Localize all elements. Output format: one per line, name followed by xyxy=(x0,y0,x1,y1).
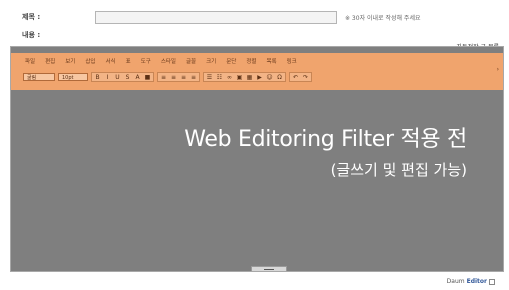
table-icon[interactable]: ▦ xyxy=(245,73,254,81)
video-icon[interactable]: ▶ xyxy=(255,73,264,81)
align-left-icon[interactable]: ≡ xyxy=(159,73,168,81)
editor-footer: Daum Editor xyxy=(447,278,495,285)
title-hint: ※ 30자 이내로 작성해 주세요 xyxy=(345,15,421,22)
title-input[interactable] xyxy=(95,11,337,24)
align-justify-icon[interactable]: ≡ xyxy=(189,73,198,81)
content-label: 내용 : xyxy=(22,31,41,39)
overlay-subtitle: (글쓰기 및 편집 가능) xyxy=(330,161,467,179)
font-color-icon[interactable]: A xyxy=(133,73,142,81)
bold-icon[interactable]: B xyxy=(93,73,102,81)
italic-icon[interactable]: I xyxy=(103,73,112,81)
editor-tool-row: 굴림 10pt B I U S A ■ ≡ ≡ ≡ ≡ ☰ ☷ ∞ ▣ ▦ ▶ ☺ Ω ↶ ↷ xyxy=(23,72,312,82)
footer-prefix: Daum xyxy=(446,278,465,285)
menu-item[interactable]: 링크 xyxy=(287,57,297,65)
menu-item[interactable]: 스타일 xyxy=(161,57,176,65)
menu-item[interactable]: 파일 xyxy=(25,57,35,65)
font-family-select[interactable]: 굴림 xyxy=(23,73,55,81)
menu-item[interactable]: 보기 xyxy=(65,57,75,65)
editor-area[interactable]: 파일 편집 보기 삽입 서식 표 도구 스타일 글꼴 크기 문단 정렬 목록 링크 굴림 10pt BIU… xyxy=(10,46,504,272)
menu-item[interactable]: 크기 xyxy=(206,57,216,65)
grip-icon xyxy=(264,269,274,270)
menu-item[interactable]: 서식 xyxy=(106,57,116,65)
footer-brand: Editor xyxy=(466,278,487,285)
align-right-icon[interactable]: ≡ xyxy=(179,73,188,81)
undo-icon[interactable]: ↶ xyxy=(291,73,300,81)
image-icon[interactable]: ▣ xyxy=(235,73,244,81)
bg-color-icon[interactable]: ■ xyxy=(143,73,152,81)
menu-item[interactable]: 삽입 xyxy=(85,57,95,65)
emoticon-icon[interactable]: ☺ xyxy=(265,73,274,81)
link-icon[interactable]: ∞ xyxy=(225,73,234,81)
redo-icon[interactable]: ↷ xyxy=(301,73,310,81)
menu-item[interactable]: 편집 xyxy=(45,57,55,65)
font-size-select[interactable]: 10pt xyxy=(58,73,88,81)
insert-button-group: ☰ ☷ ∞ ▣ ▦ ▶ ☺ Ω xyxy=(203,72,286,82)
editor-resize-handle[interactable] xyxy=(251,266,287,271)
strike-icon[interactable]: S xyxy=(123,73,132,81)
toolbar-more-icon[interactable]: › xyxy=(497,66,499,73)
menu-item[interactable]: 문단 xyxy=(226,57,236,65)
menu-item[interactable]: 정렬 xyxy=(246,57,256,65)
numbered-list-icon[interactable]: ☷ xyxy=(215,73,224,81)
list-icon[interactable]: ☰ xyxy=(205,73,214,81)
align-button-group: ≡ ≡ ≡ ≡ xyxy=(157,72,200,82)
overlay-title: Web Editoring Filter 적용 전 xyxy=(184,127,467,152)
special-char-icon[interactable]: Ω xyxy=(275,73,284,81)
footer-toggle-icon[interactable] xyxy=(489,278,495,285)
editor-menu-bar: 파일 편집 보기 삽입 서식 표 도구 스타일 글꼴 크기 문단 정렬 목록 링크 xyxy=(25,57,297,65)
editor-toolbar: 파일 편집 보기 삽입 서식 표 도구 스타일 글꼴 크기 문단 정렬 목록 링크 굴림 10pt BIU… xyxy=(11,53,503,90)
menu-item[interactable]: 목록 xyxy=(267,57,277,65)
menu-item[interactable]: 도구 xyxy=(141,57,151,65)
format-button-group: B I U S A ■ xyxy=(91,72,154,82)
menu-item[interactable]: 글꼴 xyxy=(186,57,196,65)
history-button-group: ↶ ↷ xyxy=(289,72,312,82)
menu-item[interactable]: 표 xyxy=(126,57,131,65)
align-center-icon[interactable]: ≡ xyxy=(169,73,178,81)
title-label: 제목 : xyxy=(22,13,41,21)
underline-icon[interactable]: U xyxy=(113,73,122,81)
